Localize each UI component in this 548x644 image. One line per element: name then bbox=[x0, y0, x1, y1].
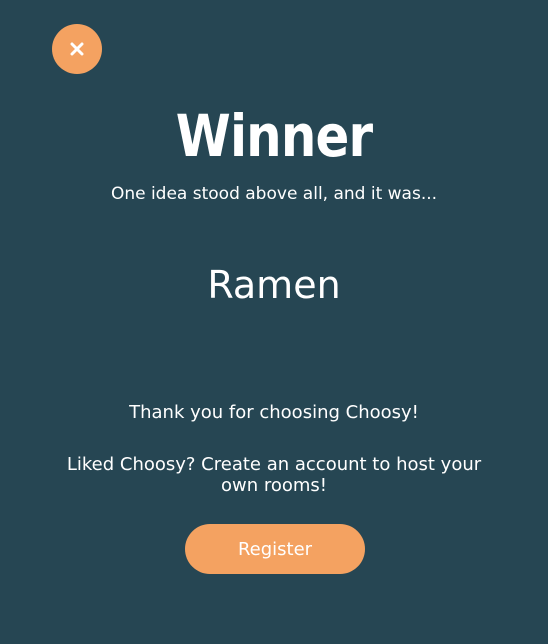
register-button[interactable]: Register bbox=[185, 524, 365, 574]
close-button[interactable] bbox=[52, 24, 102, 74]
register-promo: Liked Choosy? Create an account to host … bbox=[66, 454, 482, 496]
subtitle: One idea stood above all, and it was... bbox=[110, 184, 438, 204]
winning-idea: Ramen bbox=[207, 263, 341, 307]
thanks-message: Thank you for choosing Choosy! bbox=[129, 402, 419, 423]
close-icon bbox=[70, 42, 84, 56]
page-title: Winner bbox=[175, 102, 373, 170]
